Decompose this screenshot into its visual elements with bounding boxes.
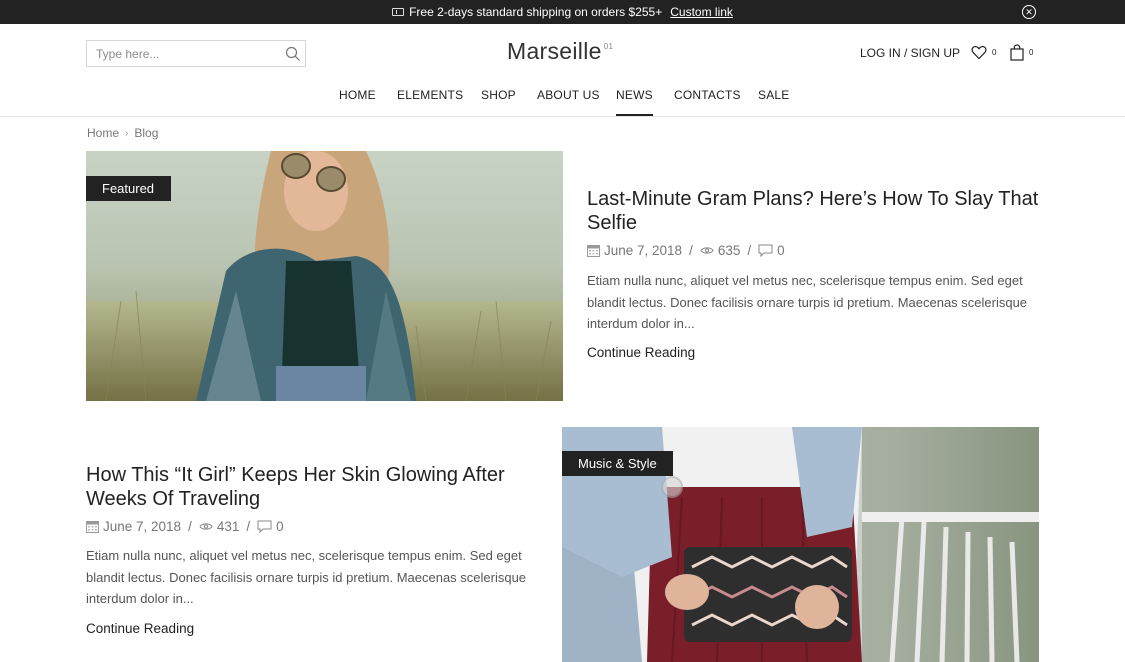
eye-icon	[199, 523, 213, 530]
main-nav: HOME ELEMENTS SHOP ABOUT US NEWS CONTACT…	[0, 88, 1125, 116]
calendar-icon	[86, 521, 99, 533]
nav-item-elements[interactable]: ELEMENTS	[397, 88, 463, 102]
cart-button[interactable]: 0	[1010, 44, 1033, 61]
ticket-icon	[392, 8, 405, 16]
logo-text: Marseille	[507, 38, 602, 64]
post-title[interactable]: Last-Minute Gram Plans? Here’s How To Sl…	[587, 187, 1047, 235]
nav-item-about-us[interactable]: ABOUT US	[537, 88, 600, 102]
close-icon[interactable]: ✕	[1022, 5, 1036, 19]
shopping-bag-icon	[1010, 44, 1024, 61]
wishlist-count: 0	[992, 48, 997, 57]
breadcrumb-home[interactable]: Home	[87, 126, 119, 140]
post-date: June 7, 2018	[103, 519, 182, 534]
post-excerpt: Etiam nulla nunc, aliquet vel metus nec,…	[86, 548, 527, 606]
post-meta: June 7, 2018 / 635 / 0	[587, 243, 785, 258]
meta-separator: /	[747, 243, 752, 258]
category-tag[interactable]: Featured	[86, 176, 171, 201]
chevron-right-icon: ›	[125, 127, 129, 139]
comment-icon	[257, 520, 272, 533]
nav-item-news[interactable]: NEWS	[616, 88, 653, 116]
search-input[interactable]	[87, 41, 277, 66]
nav-item-sale[interactable]: SALE	[758, 88, 790, 102]
search-box[interactable]	[86, 40, 306, 67]
post-title[interactable]: How This “It Girl” Keeps Her Skin Glowin…	[86, 463, 546, 511]
nav-item-contacts[interactable]: CONTACTS	[674, 88, 741, 102]
post-comments[interactable]: 0	[777, 243, 785, 258]
continue-reading-link[interactable]: Continue Reading	[587, 345, 695, 360]
calendar-icon	[587, 245, 600, 257]
post-views: 635	[717, 243, 741, 258]
logo-superscript: 01	[603, 42, 614, 51]
cart-count: 0	[1029, 48, 1034, 57]
nav-item-home[interactable]: HOME	[339, 88, 376, 102]
comment-icon	[758, 244, 773, 257]
category-tag[interactable]: Music & Style	[562, 451, 673, 476]
heart-icon	[971, 45, 987, 60]
continue-reading-link[interactable]: Continue Reading	[86, 621, 194, 636]
search-icon[interactable]	[285, 46, 301, 62]
meta-separator: /	[246, 519, 251, 534]
nav-item-shop[interactable]: SHOP	[481, 88, 516, 102]
login-signup-link[interactable]: LOG IN / SIGN UP	[860, 46, 960, 60]
eye-icon	[700, 247, 714, 254]
breadcrumb: Home › Blog	[87, 126, 158, 140]
post-date: June 7, 2018	[604, 243, 683, 258]
meta-separator: /	[188, 519, 192, 534]
site-logo[interactable]: Marseille 01	[507, 38, 613, 65]
meta-separator: /	[689, 243, 693, 258]
post-excerpt: Etiam nulla nunc, aliquet vel metus nec,…	[587, 273, 1028, 331]
post-meta: June 7, 2018 / 431 / 0	[86, 519, 284, 534]
wishlist-button[interactable]: 0	[971, 45, 996, 60]
announcement-bar: Free 2-days standard shipping on orders …	[0, 0, 1125, 24]
announcement-text: Free 2-days standard shipping on orders …	[409, 5, 663, 19]
post-comments[interactable]: 0	[276, 519, 284, 534]
announcement-link[interactable]: Custom link	[670, 5, 733, 19]
post-views: 431	[216, 519, 240, 534]
header-divider	[0, 116, 1125, 117]
breadcrumb-current: Blog	[134, 126, 159, 140]
